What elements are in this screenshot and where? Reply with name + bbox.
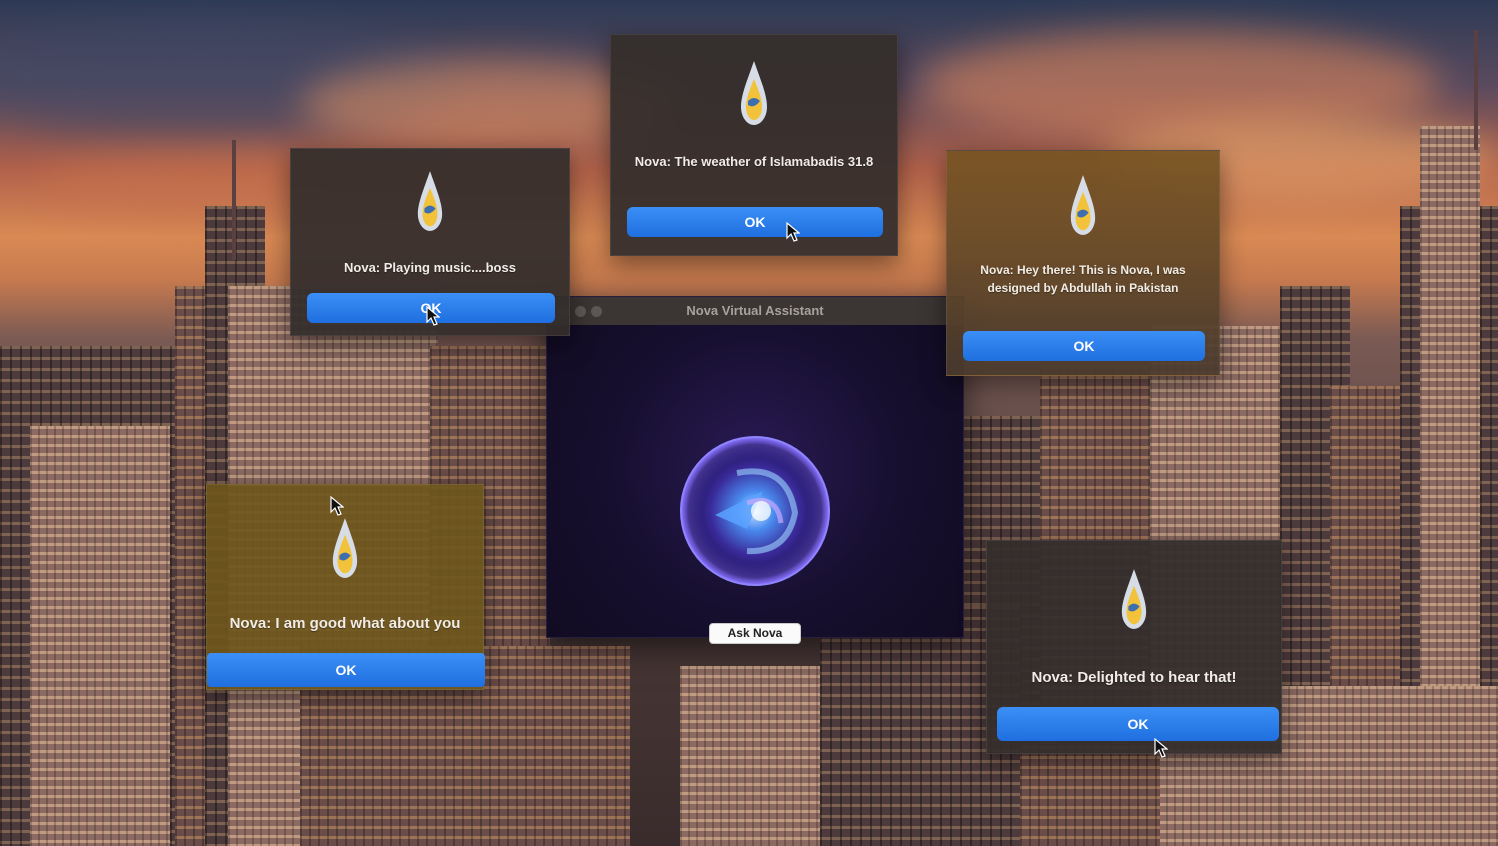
- ok-button[interactable]: OK: [997, 707, 1279, 741]
- mouse-pointer-icon: [786, 222, 800, 242]
- voice-orb-icon[interactable]: [677, 433, 833, 589]
- dialog-message: Nova: Hey there! This is Nova, I was des…: [980, 263, 1186, 295]
- nova-flame-icon: [1070, 175, 1096, 235]
- ok-button[interactable]: OK: [963, 331, 1205, 361]
- ok-button[interactable]: OK: [627, 207, 883, 237]
- nova-flame-icon: [1121, 569, 1147, 629]
- dialog-message: Nova: Playing music....boss: [344, 260, 516, 275]
- dialog-message: Nova: The weather of Islamabadis 31.8: [634, 154, 874, 169]
- dialog-message: Nova: Delighted to hear that!: [1031, 669, 1237, 686]
- window-title: Nova Virtual Assistant: [686, 303, 824, 318]
- dialog-weather: Nova: The weather of Islamabadis 31.8 OK: [610, 34, 898, 256]
- nova-flame-icon: [741, 61, 767, 125]
- nova-flame-icon: [332, 518, 358, 578]
- dialog-intro: Nova: Hey there! This is Nova, I was des…: [946, 150, 1220, 376]
- assistant-content: Ask Nova: [547, 325, 963, 644]
- mouse-pointer-icon: [426, 306, 440, 326]
- dialog-good: Nova: I am good what about you OK: [206, 484, 485, 690]
- window-titlebar[interactable]: Nova Virtual Assistant: [547, 297, 963, 325]
- ok-button[interactable]: OK: [207, 653, 485, 687]
- dialog-message: Nova: I am good what about you: [229, 615, 461, 632]
- nova-flame-icon: [417, 171, 443, 231]
- dialog-delighted: Nova: Delighted to hear that! OK: [986, 540, 1282, 754]
- nova-main-window: Nova Virtual Assistant Ask Nova: [546, 296, 964, 644]
- mouse-pointer-icon: [330, 496, 344, 516]
- mouse-pointer-icon: [1154, 738, 1168, 758]
- ask-nova-button[interactable]: Ask Nova: [709, 623, 801, 644]
